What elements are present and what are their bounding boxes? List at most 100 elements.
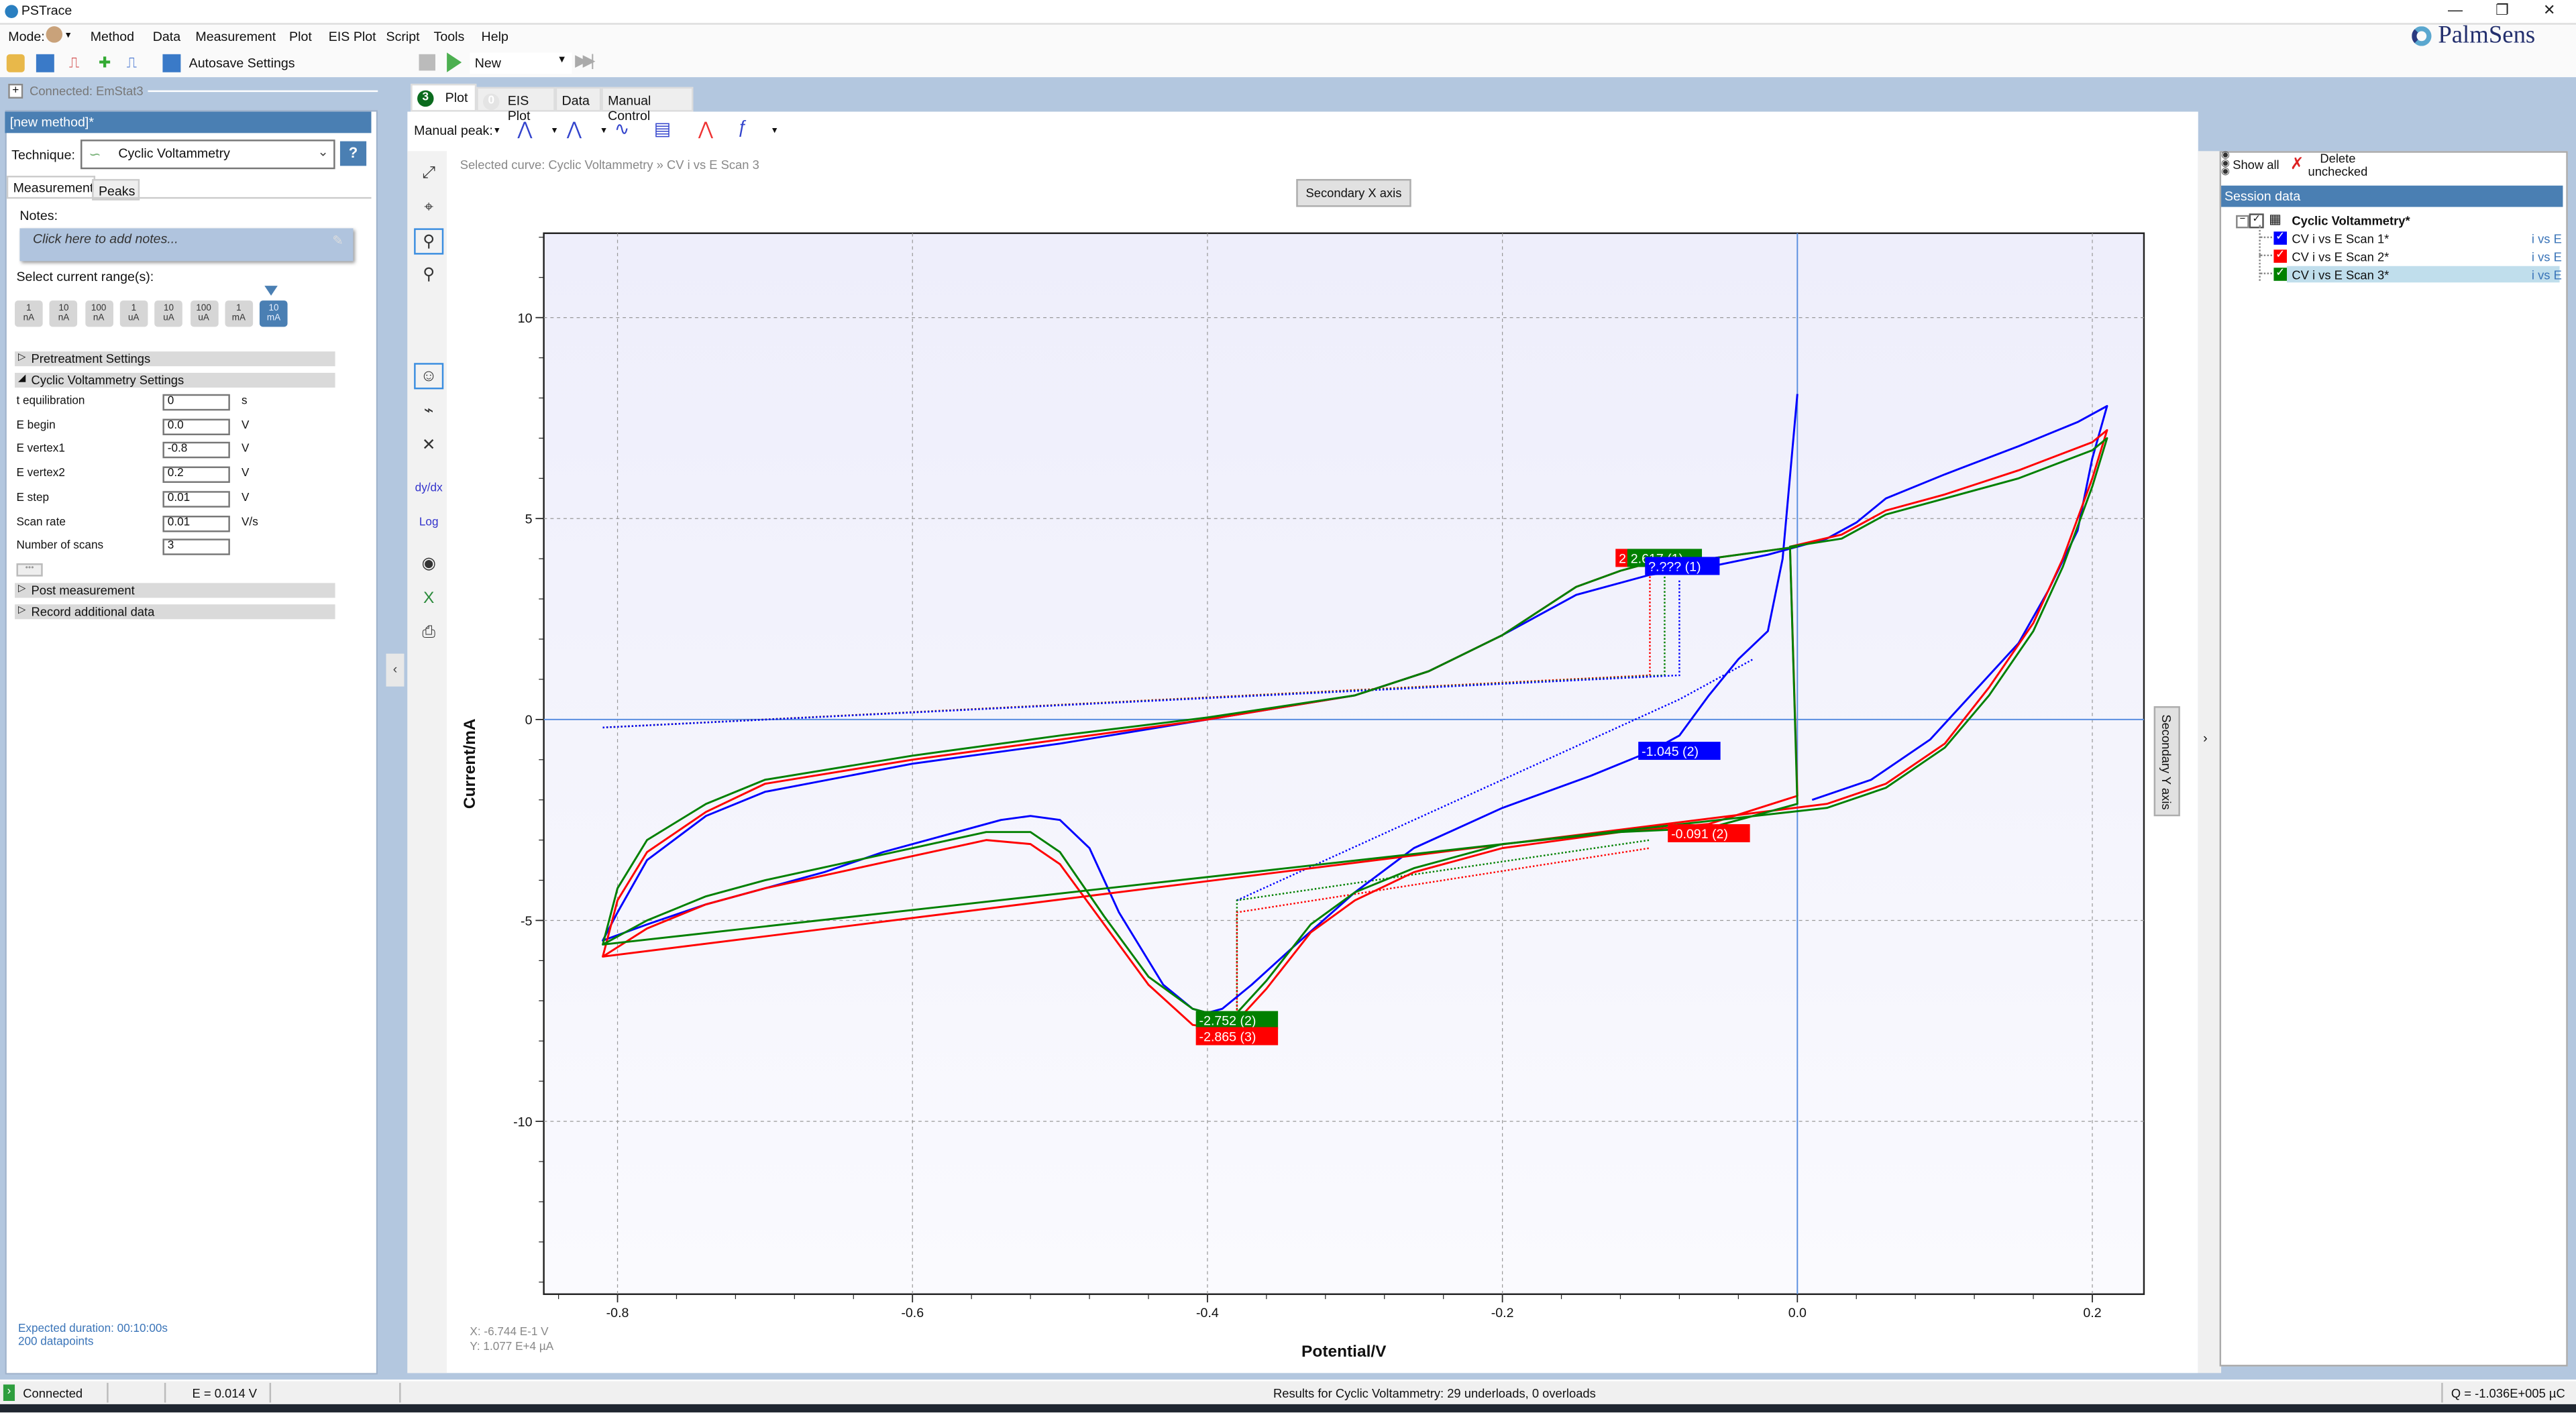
- current-range-1nA[interactable]: 1 nA: [15, 300, 43, 327]
- run-method-select[interactable]: New ▼: [470, 52, 572, 74]
- collapse-right-panel-button[interactable]: ›: [2198, 151, 2222, 1373]
- connected-icon: ›: [3, 1384, 15, 1401]
- skip-forward-button[interactable]: ▶▶|: [575, 52, 594, 70]
- param-unit: s: [241, 396, 248, 408]
- expand-connection-icon[interactable]: +: [8, 83, 23, 99]
- menu-help[interactable]: Help: [482, 30, 508, 44]
- param-input-number-of-scans[interactable]: 3: [162, 539, 230, 556]
- tab-measurement[interactable]: Measurement: [6, 176, 96, 199]
- divider: [269, 1383, 272, 1403]
- peak-compare-icon[interactable]: ⋀: [698, 118, 713, 139]
- param-label: E begin: [16, 420, 56, 432]
- tab-measurement-label: Measurement: [13, 180, 94, 196]
- cv-plot[interactable]: -0.8 -0.6 -0.4 -0.2 0.0 0.2 10 5 0 -5 -10 Potential…: [407, 148, 2198, 1373]
- tab-plot[interactable]: 3 Plot: [411, 83, 477, 112]
- notes-field[interactable]: Click here to add notes... ✎: [19, 228, 354, 262]
- autosave-settings-button[interactable]: Autosave Settings: [189, 56, 295, 70]
- pretreatment-section[interactable]: ▷ Pretreatment Settings: [15, 351, 335, 367]
- range-unit: uA: [163, 313, 174, 324]
- remove-peak-icon[interactable]: ⋀: [567, 118, 582, 139]
- param-input-t-equilibration[interactable]: 0: [162, 394, 230, 411]
- current-range-10nA[interactable]: 10 nA: [50, 300, 78, 327]
- cv-technique-icon: ∽: [89, 146, 101, 163]
- stop-button[interactable]: [419, 54, 435, 71]
- more-options-button[interactable]: •••: [16, 563, 43, 577]
- save-icon[interactable]: [36, 54, 54, 72]
- restore-icon[interactable]: ❐: [2496, 1, 2509, 19]
- secondary-y-axis-button[interactable]: Secondary Y axis: [2153, 706, 2180, 817]
- technique-value: Cyclic Voltammetry: [118, 146, 230, 162]
- chevron-down-icon[interactable]: ▾: [772, 125, 777, 137]
- param-input-e-step[interactable]: 0.01: [162, 490, 230, 508]
- autosave-settings-icon[interactable]: [162, 54, 181, 72]
- session-group-label[interactable]: Cyclic Voltammetry*: [2292, 213, 2410, 228]
- manual-peak-dropdown-icon[interactable]: ▾: [494, 125, 499, 137]
- curve-checkbox[interactable]: ✓: [2273, 231, 2288, 245]
- current-range-1uA[interactable]: 1 uA: [119, 300, 148, 327]
- x-tick-label: -0.4: [1196, 1306, 1219, 1320]
- open-curve-icon[interactable]: ⎍: [69, 54, 87, 72]
- y-tick-label: 0: [525, 713, 533, 728]
- range-unit: nA: [93, 313, 105, 324]
- menu-tools[interactable]: Tools: [434, 30, 465, 44]
- mode-selector-icon[interactable]: [46, 26, 63, 43]
- technique-select[interactable]: ∽ Cyclic Voltammetry ⌄: [80, 139, 335, 170]
- peak-label: -0.091 (2): [1671, 827, 1728, 842]
- current-range-100nA[interactable]: 100 nA: [85, 300, 113, 327]
- current-range-100uA[interactable]: 100 uA: [189, 300, 218, 327]
- menu-data[interactable]: Data: [153, 30, 180, 44]
- y-tick-label: 5: [525, 512, 533, 527]
- collapse-left-panel-button[interactable]: ‹: [386, 653, 405, 687]
- current-range-1mA[interactable]: 1 mA: [225, 300, 253, 327]
- overlap-peaks-icon[interactable]: ∿: [614, 118, 630, 139]
- curve-fit-icon[interactable]: ƒ: [738, 118, 748, 137]
- chevron-down-icon[interactable]: ▾: [552, 125, 557, 137]
- close-icon[interactable]: ✕: [2543, 1, 2555, 19]
- help-button[interactable]: ?: [339, 141, 367, 166]
- curve-checkbox[interactable]: ✓: [2273, 249, 2288, 263]
- save-curve-icon[interactable]: ⎍: [127, 54, 145, 72]
- add-curve-icon[interactable]: ✚: [99, 54, 117, 72]
- tab-manual-control[interactable]: Manual Control: [601, 87, 694, 123]
- chevron-down-icon[interactable]: ▾: [601, 125, 606, 137]
- group-checkbox[interactable]: ✓: [2249, 213, 2264, 229]
- mode-dropdown-icon[interactable]: ▾: [66, 30, 70, 42]
- delete-unchecked-button[interactable]: Delete unchecked: [2306, 152, 2369, 179]
- param-input-e-vertex1[interactable]: -0.8: [162, 442, 230, 459]
- param-label: E vertex2: [16, 468, 65, 480]
- notes-placeholder: Click here to add notes...: [32, 231, 178, 247]
- current-range-10uA[interactable]: 10 uA: [154, 300, 183, 327]
- secondary-x-axis-button[interactable]: Secondary X axis: [1296, 178, 1411, 207]
- record-data-section[interactable]: ▷ Record additional data: [15, 604, 335, 620]
- param-input-e-vertex2[interactable]: 0.2: [162, 466, 230, 484]
- show-all-button[interactable]: Show all: [2233, 158, 2279, 172]
- run-button[interactable]: [447, 52, 462, 72]
- range-unit: uA: [198, 313, 209, 324]
- cv-settings-section[interactable]: ◢ Cyclic Voltammetry Settings: [15, 372, 335, 388]
- menu-plot[interactable]: Plot: [289, 30, 312, 44]
- session-item[interactable]: CV i vs E Scan 1*: [2292, 231, 2389, 246]
- menu-measurement[interactable]: Measurement: [195, 30, 276, 44]
- session-item[interactable]: CV i vs E Scan 3*: [2292, 268, 2389, 282]
- curve-type: i vs E: [2531, 268, 2562, 283]
- param-input-scan-rate[interactable]: 0.01: [162, 514, 230, 532]
- minimize-icon[interactable]: —: [2448, 1, 2463, 17]
- add-peak-icon[interactable]: ⋀: [517, 118, 532, 139]
- peak-table-icon[interactable]: ▤: [654, 118, 671, 139]
- curve-checkbox[interactable]: ✓: [2273, 268, 2288, 281]
- menu-method[interactable]: Method: [91, 30, 134, 44]
- open-folder-icon[interactable]: [6, 54, 25, 72]
- menu-eis-plot[interactable]: EIS Plot: [329, 30, 376, 44]
- tree-collapse-icon[interactable]: −: [2236, 215, 2249, 229]
- status-charge: Q = -1.036E+005 µC: [2451, 1386, 2565, 1401]
- tab-data[interactable]: Data: [555, 87, 602, 112]
- tab-eis-plot[interactable]: 0 EIS Plot: [476, 87, 555, 123]
- current-range-10mA[interactable]: 10 mA: [260, 300, 288, 327]
- param-input-e-begin[interactable]: 0.0: [162, 418, 230, 435]
- menu-script[interactable]: Script: [386, 30, 420, 44]
- post-measurement-section[interactable]: ▷ Post measurement: [15, 583, 335, 598]
- param-unit: V: [241, 492, 250, 504]
- session-item[interactable]: CV i vs E Scan 2*: [2292, 249, 2389, 264]
- notes-label: Notes:: [19, 209, 58, 224]
- range-value: 1: [26, 304, 32, 314]
